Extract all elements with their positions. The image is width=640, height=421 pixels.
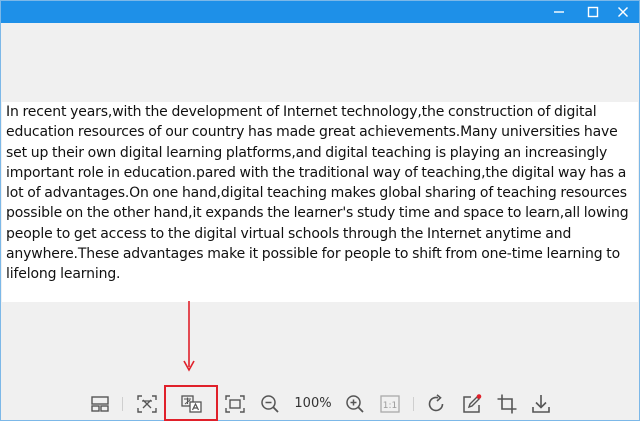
close-icon bbox=[618, 7, 628, 17]
text-recognition-icon bbox=[137, 395, 157, 413]
toolbar-divider bbox=[413, 397, 414, 411]
close-button[interactable] bbox=[611, 1, 635, 23]
zoom-in-icon bbox=[346, 395, 364, 413]
minimize-icon bbox=[554, 11, 564, 13]
actual-size-label: 1:1 bbox=[383, 401, 397, 411]
pointer-arrow-icon bbox=[183, 301, 195, 372]
maximize-icon bbox=[587, 6, 599, 18]
actual-size-icon: 1:1 bbox=[380, 395, 400, 413]
edit-button[interactable] bbox=[461, 394, 483, 414]
maximize-button[interactable] bbox=[581, 1, 605, 23]
ocr-text-button[interactable] bbox=[136, 394, 158, 414]
zoom-in-button[interactable] bbox=[344, 394, 366, 414]
image-viewer-window: In recent years,with the development of … bbox=[0, 0, 640, 421]
translate-button-highlight bbox=[164, 385, 218, 421]
title-bar[interactable] bbox=[1, 1, 639, 23]
zoom-out-icon bbox=[261, 395, 279, 413]
fit-to-window-icon bbox=[225, 395, 245, 413]
rotate-button[interactable] bbox=[425, 394, 447, 414]
thumbnail-layout-icon bbox=[91, 396, 109, 412]
zoom-level: 100% bbox=[294, 396, 332, 411]
download-icon bbox=[532, 395, 550, 413]
crop-button[interactable] bbox=[496, 394, 518, 414]
download-button[interactable] bbox=[530, 394, 552, 414]
edit-icon bbox=[463, 394, 482, 413]
toolbar-divider bbox=[122, 397, 123, 411]
actual-size-button[interactable]: 1:1 bbox=[379, 394, 401, 414]
minimize-button[interactable] bbox=[547, 1, 571, 23]
image-canvas: In recent years,with the development of … bbox=[2, 102, 638, 302]
fit-window-button[interactable] bbox=[224, 394, 246, 414]
thumbnail-view-button[interactable] bbox=[89, 394, 111, 414]
crop-icon bbox=[497, 394, 517, 414]
zoom-out-button[interactable] bbox=[259, 394, 281, 414]
rotate-icon bbox=[428, 394, 444, 412]
bottom-toolbar: 100% 1:1 bbox=[1, 385, 639, 421]
document-text: In recent years,with the development of … bbox=[6, 104, 629, 283]
